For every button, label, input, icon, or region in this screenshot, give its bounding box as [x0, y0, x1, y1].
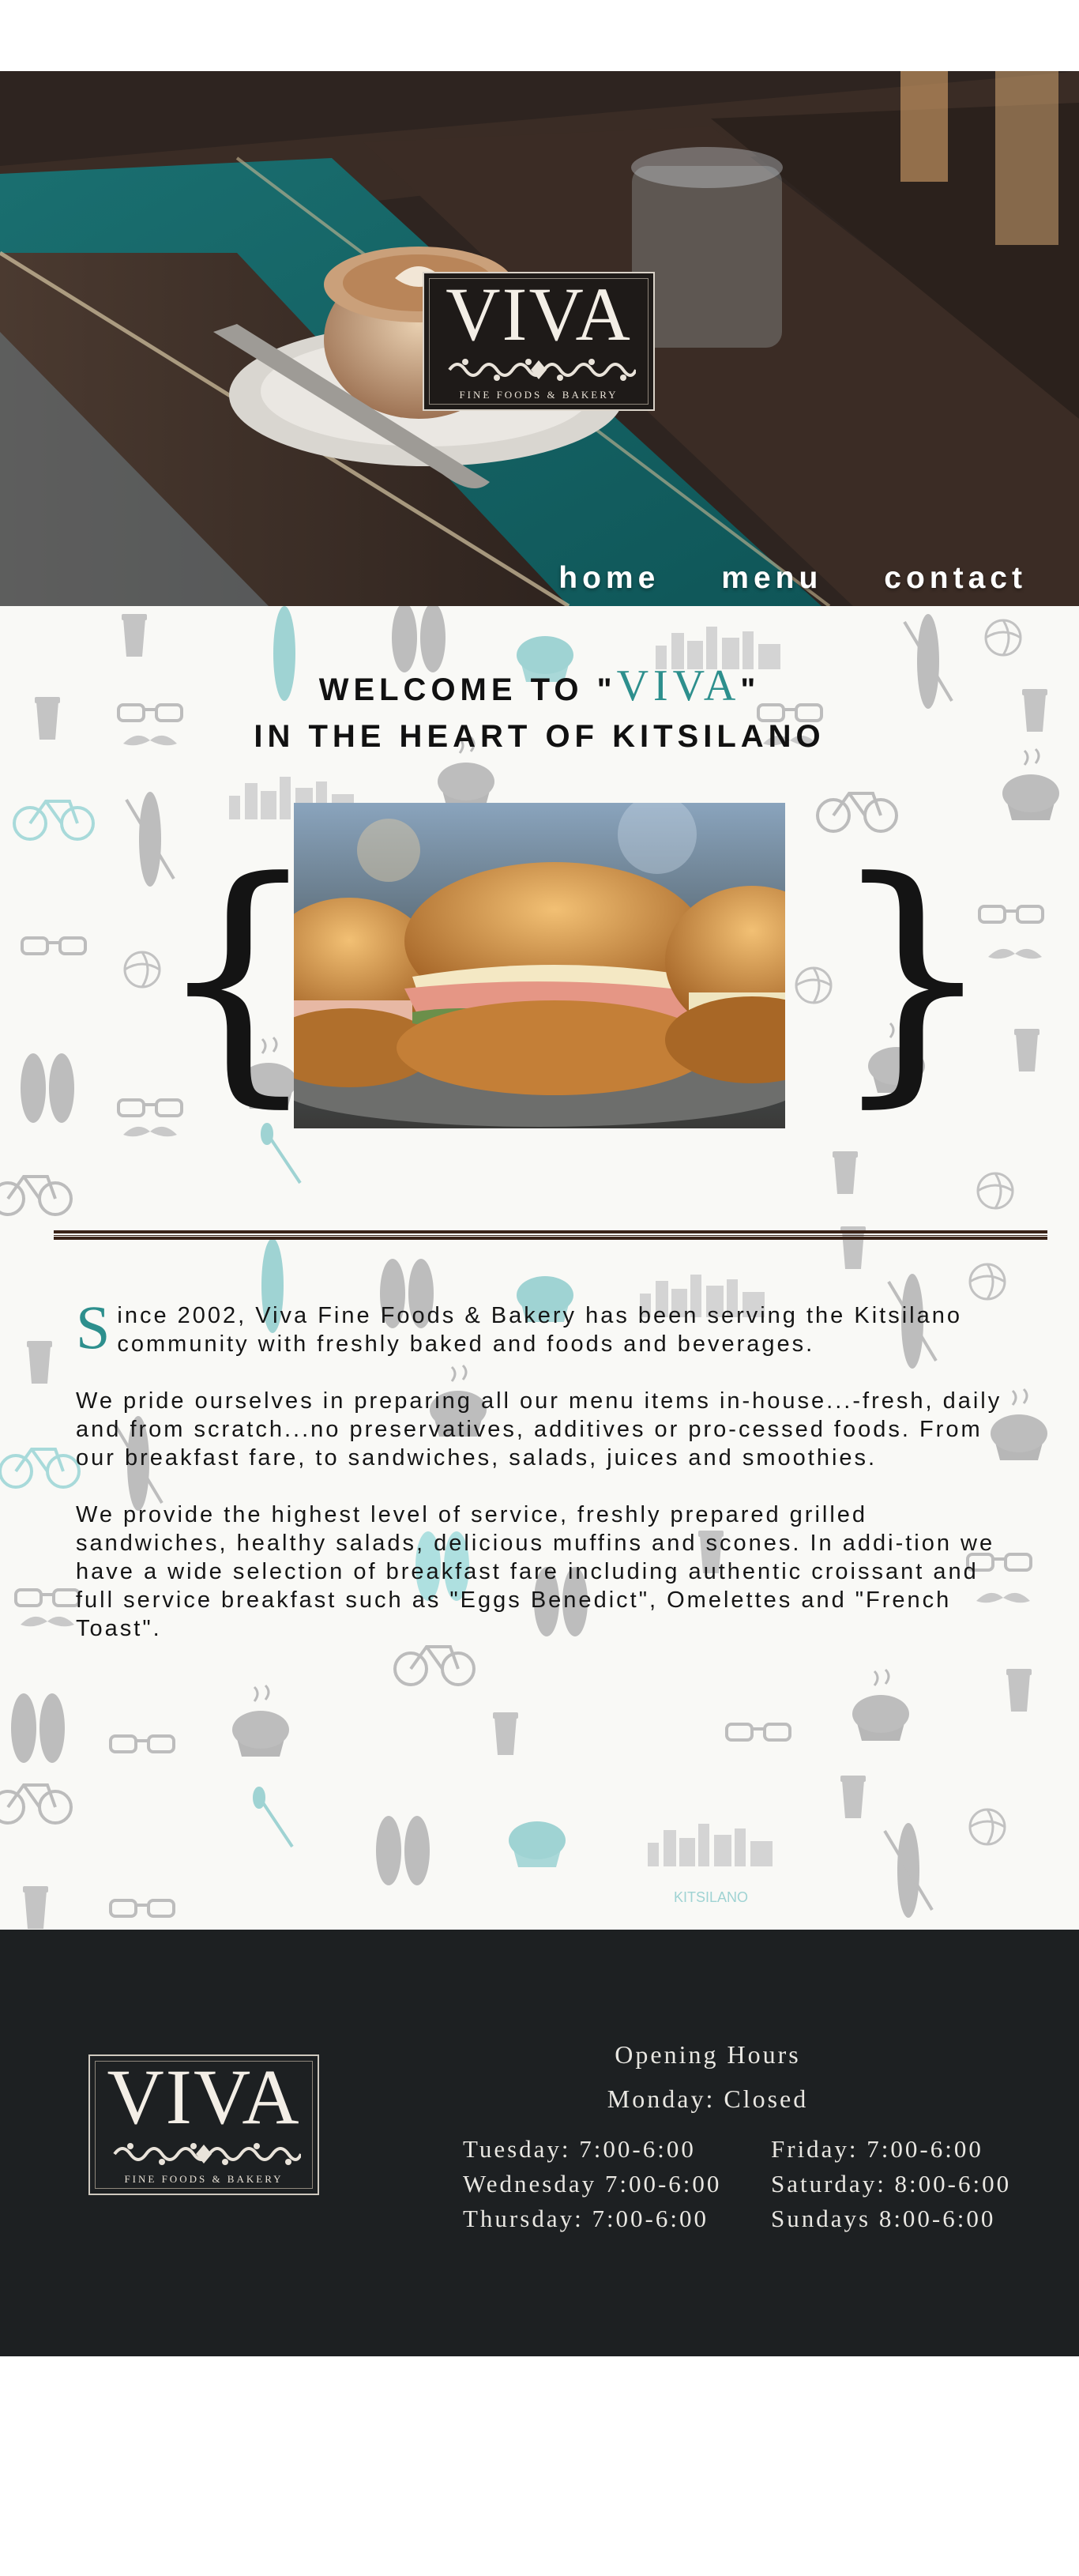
- footer-logo-tagline: FINE FOODS & BAKERY: [124, 2173, 284, 2185]
- welcome-line-1: WELCOME TO "VIVA": [0, 662, 1079, 714]
- welcome-prefix: WELCOME TO ": [318, 672, 617, 708]
- main-content: KITSILANO WELCOME TO "VIVA" IN THE HEART…: [0, 606, 1079, 1930]
- about-paragraph-3: We provide the highest level of service,…: [76, 1502, 995, 1641]
- about-paragraph-1-text: ince 2002, Viva Fine Foods & Bakery has …: [117, 1303, 962, 1357]
- hours-sunday: Sundays 8:00-6:00: [771, 2205, 996, 2232]
- kitsilano-doodle-label: KITSILANO: [674, 1889, 748, 1905]
- hours-title: Opening Hours: [615, 2040, 801, 2069]
- about-text: Since 2002, Viva Fine Foods & Bakery has…: [76, 1293, 1008, 1671]
- croissant-sandwich-photo: [294, 803, 785, 1128]
- right-brace-ornament: }: [829, 826, 995, 1129]
- section-divider: [54, 1230, 1047, 1240]
- about-paragraph-1: Since 2002, Viva Fine Foods & Bakery has…: [76, 1293, 1008, 1361]
- welcome-suffix: ": [740, 672, 761, 708]
- welcome-heading: WELCOME TO "VIVA" IN THE HEART OF KITSIL…: [0, 662, 1079, 759]
- hours-tuesday: Tuesday: 7:00-6:00: [463, 2135, 696, 2163]
- welcome-line-2: IN THE HEART OF KITSILANO: [254, 719, 825, 755]
- logo-ornament-icon: [442, 356, 636, 384]
- sandwich-image: [294, 803, 785, 1128]
- about-paragraph-2: We pride ourselves in preparing all our …: [76, 1388, 1002, 1471]
- opening-hours: Opening Hours Monday: Closed Tuesday: 7:…: [463, 2032, 1047, 2236]
- nav-contact-link[interactable]: contact: [884, 561, 1027, 596]
- hero-banner: VIVA FINE FOODS & BAKERY home menu conta…: [0, 71, 1079, 606]
- main-nav: home menu contact: [558, 561, 1027, 596]
- footer-logo-ornament-icon: [107, 2140, 301, 2168]
- nav-menu-link[interactable]: menu: [721, 561, 822, 596]
- nav-home-link[interactable]: home: [558, 561, 660, 596]
- logo-wordmark: VIVA: [446, 272, 632, 356]
- dropcap-letter: S: [76, 1293, 113, 1361]
- welcome-brand: VIVA: [616, 661, 741, 711]
- hours-monday: Monday: Closed: [607, 2085, 809, 2113]
- hours-saturday: Saturday: 8:00-6:00: [771, 2170, 1012, 2198]
- hero-logo[interactable]: VIVA FINE FOODS & BAKERY: [423, 272, 655, 411]
- hours-friday: Friday: 7:00-6:00: [771, 2135, 983, 2163]
- footer: VIVA FINE FOODS & BAKERY Opening Hours M…: [0, 1930, 1079, 2356]
- logo-tagline: FINE FOODS & BAKERY: [459, 389, 618, 401]
- footer-logo[interactable]: VIVA FINE FOODS & BAKERY: [88, 2054, 319, 2195]
- hours-wednesday: Wednesday 7:00-6:00: [463, 2170, 722, 2198]
- hours-thursday: Thursday: 7:00-6:00: [463, 2205, 709, 2232]
- hours-grid: Tuesday: 7:00-6:00 Friday: 7:00-6:00 Wed…: [463, 2132, 1047, 2236]
- footer-logo-wordmark: VIVA: [107, 2053, 301, 2141]
